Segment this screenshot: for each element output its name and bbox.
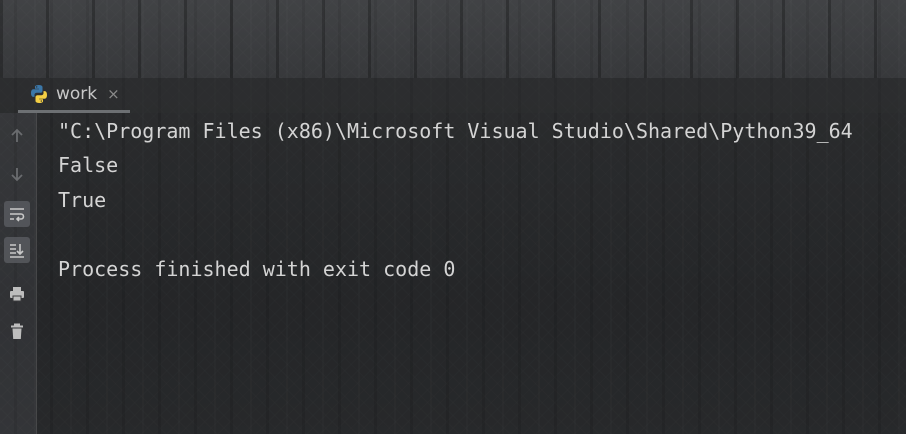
clear-all-button[interactable] <box>4 318 30 344</box>
console-line-output: False <box>58 153 119 177</box>
run-tab-bar: work × <box>0 78 906 113</box>
tab-label: work <box>56 84 98 104</box>
console-line-output: True <box>58 188 107 212</box>
scroll-down-button[interactable] <box>4 161 30 187</box>
console-toolbar <box>0 113 37 434</box>
print-icon <box>10 287 24 302</box>
trash-icon <box>11 323 23 339</box>
soft-wrap-icon <box>10 208 25 222</box>
print-button[interactable] <box>4 281 30 307</box>
tab-work[interactable]: work × <box>18 78 130 113</box>
scroll-to-end-button[interactable] <box>4 237 30 263</box>
console-output[interactable]: "C:\Program Files (x86)\Microsoft Visual… <box>37 113 906 434</box>
scroll-down-icon <box>11 168 23 182</box>
console-line-exit-status: Process finished with exit code 0 <box>58 257 456 281</box>
close-icon[interactable]: × <box>107 85 120 103</box>
editor-area-top <box>0 0 906 78</box>
soft-wrap-button[interactable] <box>4 201 30 227</box>
scroll-to-end-icon <box>10 244 24 258</box>
scroll-up-icon <box>11 128 23 142</box>
scroll-up-button[interactable] <box>4 123 30 149</box>
console-line-command: "C:\Program Files (x86)\Microsoft Visual… <box>58 119 853 143</box>
python-icon <box>31 85 47 103</box>
